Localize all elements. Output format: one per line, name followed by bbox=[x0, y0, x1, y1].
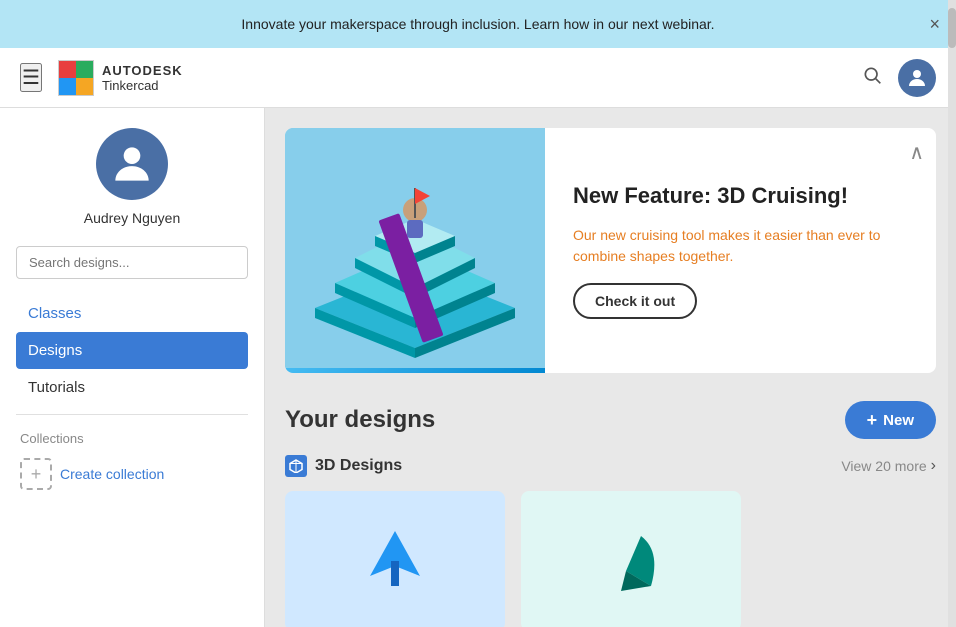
header: ☰ AUTODESK Tinkercad bbox=[0, 48, 956, 108]
view-more-label: View 20 more bbox=[841, 458, 926, 474]
sidebar-username: Audrey Nguyen bbox=[84, 210, 181, 226]
sidebar: Audrey Nguyen Classes Designs Tutorials … bbox=[0, 108, 265, 627]
view-more-button[interactable]: View 20 more › bbox=[841, 457, 936, 475]
sidebar-item-designs[interactable]: Designs bbox=[16, 332, 248, 369]
banner-close-button[interactable]: × bbox=[929, 15, 940, 33]
feature-text: New Feature: 3D Cruising! Our new cruisi… bbox=[545, 128, 936, 373]
scrollbar-track[interactable] bbox=[948, 0, 956, 627]
design-card[interactable] bbox=[521, 491, 741, 627]
create-collection-label: Create collection bbox=[60, 466, 164, 482]
scrollbar-thumb[interactable] bbox=[948, 8, 956, 48]
designs-title: Your designs bbox=[285, 406, 435, 434]
logo-grid bbox=[58, 60, 94, 96]
logo-text: AUTODESK Tinkercad bbox=[102, 63, 183, 93]
design-thumbnail-svg-2 bbox=[591, 521, 671, 601]
sidebar-item-tutorials[interactable]: Tutorials bbox=[16, 369, 248, 406]
3d-designs-label: 3D Designs bbox=[315, 457, 402, 475]
logo-cell-blue bbox=[59, 78, 76, 95]
design-thumbnail-svg-1 bbox=[355, 521, 435, 601]
sidebar-divider bbox=[16, 414, 248, 415]
designs-section-header: 3D Designs View 20 more › bbox=[285, 455, 936, 477]
logo-cell-red bbox=[59, 61, 76, 78]
feature-illustration bbox=[285, 128, 545, 368]
designs-header: Your designs + New bbox=[285, 401, 936, 439]
feature-card: New Feature: 3D Cruising! Our new cruisi… bbox=[285, 128, 936, 373]
sidebar-user: Audrey Nguyen bbox=[16, 128, 248, 226]
sidebar-avatar bbox=[96, 128, 168, 200]
user-avatar[interactable] bbox=[898, 59, 936, 97]
new-button-label: New bbox=[883, 412, 914, 429]
main-layout: Audrey Nguyen Classes Designs Tutorials … bbox=[0, 108, 956, 627]
search-icon bbox=[862, 65, 882, 85]
create-collection-icon: + bbox=[20, 458, 52, 490]
logo-cell-orange bbox=[76, 78, 93, 95]
designs-section-title: 3D Designs bbox=[285, 455, 402, 477]
announcement-banner: Innovate your makerspace through inclusi… bbox=[0, 0, 956, 48]
chevron-right-icon: › bbox=[931, 457, 936, 475]
design-card-thumbnail-2 bbox=[521, 491, 741, 627]
avatar-icon bbox=[905, 66, 929, 90]
header-right bbox=[862, 59, 936, 97]
logo[interactable]: AUTODESK Tinkercad bbox=[58, 60, 183, 96]
new-design-button[interactable]: + New bbox=[845, 401, 936, 439]
design-card-thumbnail-1 bbox=[285, 491, 505, 627]
logo-tinkercad: Tinkercad bbox=[102, 78, 183, 93]
design-cards-container bbox=[285, 491, 936, 627]
design-card[interactable] bbox=[285, 491, 505, 627]
create-collection-button[interactable]: + Create collection bbox=[16, 454, 248, 494]
search-button[interactable] bbox=[862, 65, 882, 91]
cube-icon bbox=[285, 455, 307, 477]
logo-autodesk: AUTODESK bbox=[102, 63, 183, 78]
feature-title: New Feature: 3D Cruising! bbox=[573, 183, 908, 209]
banner-text: Innovate your makerspace through inclusi… bbox=[241, 16, 714, 32]
collections-label: Collections bbox=[20, 431, 248, 446]
feature-image bbox=[285, 128, 545, 373]
header-left: ☰ AUTODESK Tinkercad bbox=[20, 60, 183, 96]
sidebar-nav: Classes Designs Tutorials bbox=[16, 295, 248, 406]
new-button-plus: + bbox=[867, 411, 878, 429]
feature-close-button[interactable]: ∧ bbox=[909, 140, 924, 165]
check-it-out-button[interactable]: Check it out bbox=[573, 283, 697, 319]
logo-cell-green bbox=[76, 61, 93, 78]
sidebar-item-classes[interactable]: Classes bbox=[16, 295, 248, 332]
content-area: New Feature: 3D Cruising! Our new cruisi… bbox=[265, 108, 956, 627]
menu-button[interactable]: ☰ bbox=[20, 63, 42, 92]
feature-description: Our new cruising tool makes it easier th… bbox=[573, 225, 908, 267]
sidebar-avatar-icon bbox=[107, 139, 157, 189]
cube-svg bbox=[289, 459, 303, 473]
search-input[interactable] bbox=[16, 246, 248, 279]
